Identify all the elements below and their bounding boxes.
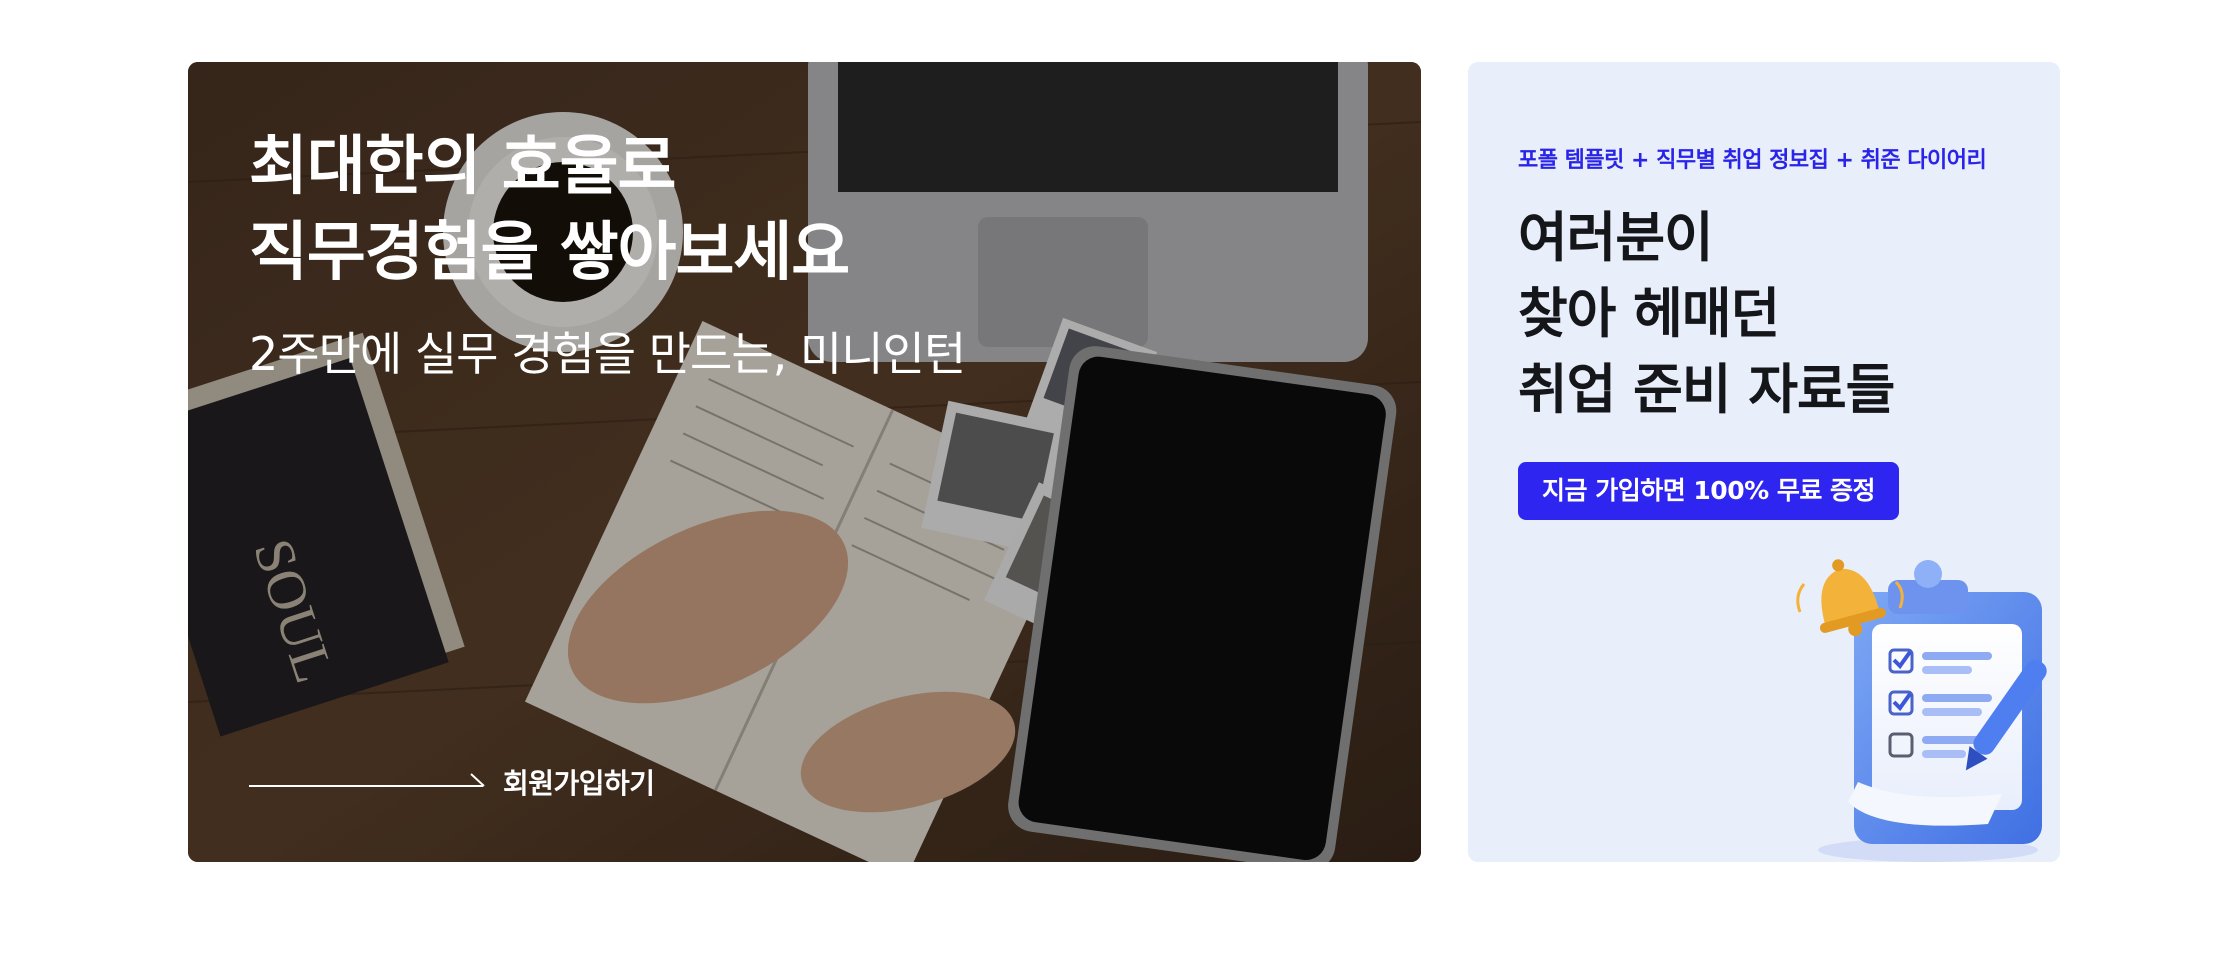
promo-title-line-3: 취업 준비 자료들 [1518, 358, 1895, 421]
promo-title: 여러분이 찾아 헤매던 취업 준비 자료들 [1518, 200, 1895, 428]
hero-title-line-2: 직무경험을 쌓아보세요 [249, 216, 850, 290]
signup-link[interactable]: 회원가입하기 [249, 762, 655, 802]
clipboard-checklist-bell-icon [1796, 559, 2047, 862]
hero-title: 최대한의 효율로 직무경험을 쌓아보세요 [249, 124, 850, 296]
hero-subtitle: 2주만에 실무 경험을 만드는, 미니인턴 [249, 327, 966, 381]
long-arrow-right-icon [249, 773, 485, 787]
promo-title-line-2: 찾아 헤매던 [1518, 282, 1780, 345]
hero-banner[interactable]: SOUL 최대한의 효율로 직무경험을 쌓아보세요 2주만에 실무 경험을 만드… [188, 62, 1421, 862]
signup-link-label: 회원가입하기 [503, 767, 655, 800]
free-gift-button[interactable]: 지금 가입하면 100% 무료 증정 [1518, 462, 1900, 520]
promo-card[interactable]: 포폴 템플릿 + 직무별 취업 정보집 + 취준 다이어리 여러분이 찾아 헤매… [1468, 62, 2060, 862]
promo-title-line-1: 여러분이 [1518, 206, 1714, 269]
promo-eyebrow: 포폴 템플릿 + 직무별 취업 정보집 + 취준 다이어리 [1518, 148, 1987, 173]
hero-title-line-1: 최대한의 효율로 [249, 130, 676, 204]
